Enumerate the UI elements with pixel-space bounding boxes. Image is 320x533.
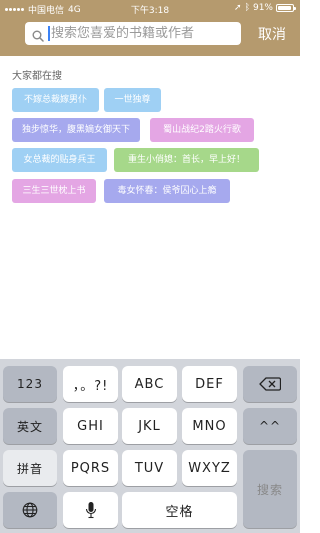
hot-tag[interactable]: 重生小俏媳：首长，早上好！ — [114, 148, 259, 172]
key-space[interactable]: 空格 — [122, 492, 237, 528]
top-bar: 中国电信 4G 下午3:18 ➚ ᛒ 91% 取消 — [0, 0, 300, 56]
status-bar: 中国电信 4G 下午3:18 ➚ ᛒ 91% — [0, 0, 300, 16]
key-ghi[interactable]: GHI — [63, 408, 118, 444]
backspace-icon — [259, 377, 281, 391]
key-tuv[interactable]: TUV — [122, 450, 177, 486]
hot-tag[interactable]: 不嫁总裁嫁男仆 — [12, 88, 99, 112]
key-mno[interactable]: MNO — [182, 408, 237, 444]
hot-tag[interactable]: 一世独尊 — [104, 88, 161, 112]
key-def[interactable]: DEF — [182, 366, 237, 402]
globe-icon — [22, 502, 38, 518]
cancel-button[interactable]: 取消 — [258, 24, 286, 44]
hot-tag[interactable]: 毒女怀春：侯爷囚心上瘾 — [104, 179, 230, 203]
key-jkl[interactable]: JKL — [122, 408, 177, 444]
hot-tag[interactable]: 女总裁的贴身兵王 — [12, 148, 107, 172]
hot-tag[interactable]: 蜀山战纪2踏火行歌 — [150, 118, 254, 142]
hot-tag[interactable]: 三生三世枕上书 — [12, 179, 96, 203]
key-punctuation[interactable]: ，。?! — [63, 366, 118, 402]
key-microphone[interactable] — [63, 492, 118, 528]
key-pqrs[interactable]: PQRS — [63, 450, 118, 486]
search-input[interactable] — [51, 22, 237, 45]
search-box[interactable] — [25, 22, 241, 45]
key-abc[interactable]: ABC — [122, 366, 177, 402]
status-right: ➚ ᛒ 91% — [234, 3, 296, 13]
key-pinyin[interactable]: 拼音 — [3, 450, 57, 486]
key-search[interactable]: 搜索 — [243, 450, 297, 528]
key-wxyz[interactable]: WXYZ — [182, 450, 237, 486]
key-globe[interactable] — [3, 492, 57, 528]
search-icon — [32, 27, 44, 42]
key-emoticon[interactable]: ^^ — [243, 408, 297, 444]
bluetooth-icon: ᛒ — [244, 3, 250, 13]
text-caret — [48, 26, 50, 41]
microphone-icon — [85, 502, 96, 519]
key-123[interactable]: 123 — [3, 366, 57, 402]
hot-tag[interactable]: 独步惊华，腹黑嫡女御天下 — [12, 118, 140, 142]
battery-percent: 91% — [252, 3, 273, 13]
keyboard: 123 ，。?! ABC DEF 英文 GHI JKL MNO ^^ 拼音 PQ… — [0, 359, 300, 533]
battery-icon — [276, 4, 296, 12]
location-icon: ➚ — [234, 3, 242, 13]
hot-search-title: 大家都在搜 — [12, 71, 62, 82]
key-english[interactable]: 英文 — [3, 408, 57, 444]
key-delete[interactable] — [243, 366, 297, 402]
